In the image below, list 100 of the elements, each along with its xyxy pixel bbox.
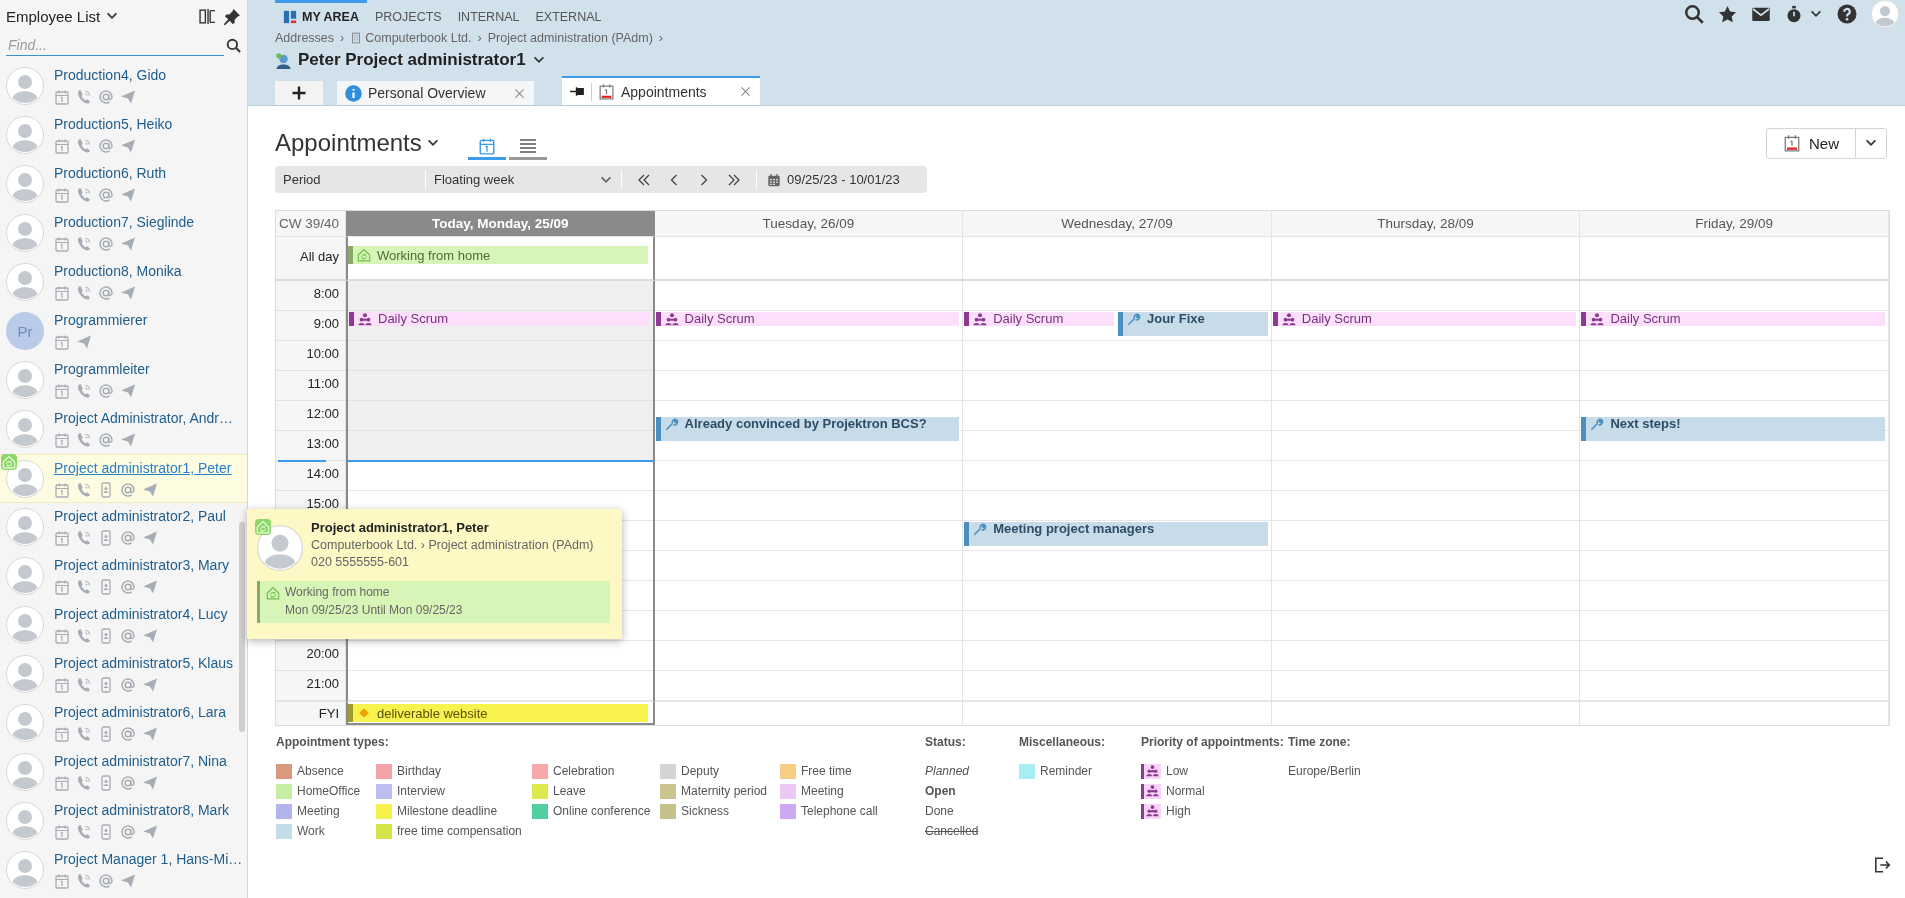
employee-name[interactable]: Production4, Gido	[54, 67, 167, 83]
appointment[interactable]: Daily Scrum	[964, 312, 1114, 326]
close-icon[interactable]	[513, 86, 526, 100]
send-icon[interactable]	[120, 138, 136, 154]
appointment[interactable]: Next steps!	[1581, 417, 1885, 441]
nav-tab[interactable]: INTERNAL	[449, 0, 528, 28]
employee-row[interactable]: Pr Programmierer	[0, 307, 247, 356]
pin-icon[interactable]	[224, 7, 241, 25]
at-sign-icon[interactable]	[98, 89, 114, 105]
at-sign-icon[interactable]	[120, 579, 136, 595]
mobile-phone-icon[interactable]	[98, 530, 114, 546]
appointment[interactable]: Daily Scrum	[1581, 312, 1885, 326]
employee-name[interactable]: Production8, Monika	[54, 263, 182, 279]
employee-name[interactable]: Project Administrator, Andr…	[54, 410, 233, 426]
employee-name[interactable]: Project administrator6, Lara	[54, 704, 226, 720]
employee-name[interactable]: Production5, Heiko	[54, 116, 173, 132]
mobile-phone-icon[interactable]	[98, 579, 114, 595]
appointment[interactable]: Meeting project managers	[964, 522, 1268, 546]
send-icon[interactable]	[120, 236, 136, 252]
calendar-icon[interactable]	[54, 873, 70, 889]
send-icon[interactable]	[120, 383, 136, 399]
calendar-icon[interactable]	[54, 432, 70, 448]
phone-icon[interactable]	[76, 285, 92, 301]
employee-name[interactable]: Programmierer	[54, 312, 148, 328]
nav-tab[interactable]: PROJECTS	[366, 0, 450, 28]
employee-row[interactable]: Production8, Monika	[0, 258, 247, 307]
mobile-phone-icon[interactable]	[98, 726, 114, 742]
search-field[interactable]: Find...	[6, 34, 224, 56]
appointment[interactable]: Jour Fixe	[1118, 312, 1268, 336]
phone-icon[interactable]	[76, 873, 92, 889]
at-sign-icon[interactable]	[98, 138, 114, 154]
calendar-icon[interactable]	[54, 677, 70, 693]
send-icon[interactable]	[120, 285, 136, 301]
mobile-phone-icon[interactable]	[98, 775, 114, 791]
send-icon[interactable]	[142, 628, 158, 644]
appointment[interactable]: Already convinced by Projektron BCS?	[655, 417, 960, 441]
mobile-phone-icon[interactable]	[98, 628, 114, 644]
nav-tab[interactable]: EXTERNAL	[527, 0, 610, 28]
appointment[interactable]: deliverable website	[348, 704, 648, 722]
employee-name[interactable]: Production6, Ruth	[54, 165, 167, 181]
employee-name[interactable]: Project administrator3, Mary	[54, 557, 230, 573]
send-icon[interactable]	[142, 677, 158, 693]
send-icon[interactable]	[142, 775, 158, 791]
calendar-icon[interactable]	[54, 236, 70, 252]
phone-icon[interactable]	[76, 530, 92, 546]
send-icon[interactable]	[76, 334, 92, 350]
employee-row[interactable]: Production6, Ruth	[0, 160, 247, 209]
appointment[interactable]: Daily Scrum	[655, 312, 960, 326]
employee-name[interactable]: Project administrator5, Klaus	[54, 655, 233, 671]
send-icon[interactable]	[120, 187, 136, 203]
employee-row[interactable]: Project administrator3, Mary	[0, 552, 247, 601]
send-icon[interactable]	[120, 873, 136, 889]
at-sign-icon[interactable]	[98, 432, 114, 448]
calendar-icon[interactable]	[54, 187, 70, 203]
phone-icon[interactable]	[76, 628, 92, 644]
calendar-icon[interactable]	[54, 530, 70, 546]
at-sign-icon[interactable]	[120, 677, 136, 693]
search-icon[interactable]	[226, 37, 241, 53]
at-sign-icon[interactable]	[120, 530, 136, 546]
close-icon[interactable]	[739, 85, 752, 98]
stopwatch-icon[interactable]	[1785, 5, 1803, 23]
calendar-icon[interactable]	[54, 89, 70, 105]
employee-row[interactable]: Production4, Gido	[0, 62, 247, 111]
exit-icon[interactable]	[1873, 856, 1891, 874]
employee-row[interactable]: Project administrator6, Lara	[0, 699, 247, 748]
employee-row[interactable]: Project administrator5, Klaus	[0, 650, 247, 699]
employee-row[interactable]: Programmleiter	[0, 356, 247, 405]
at-sign-icon[interactable]	[120, 775, 136, 791]
at-sign-icon[interactable]	[98, 187, 114, 203]
employee-name[interactable]: Project administrator7, Nina	[54, 753, 227, 769]
employee-row[interactable]: Project administrator1, Peter	[0, 454, 247, 503]
employee-row[interactable]: Project administrator2, Paul	[0, 503, 247, 552]
at-sign-icon[interactable]	[98, 873, 114, 889]
nav-tab[interactable]: MY AREA	[275, 0, 367, 28]
breadcrumb-link[interactable]: Computerbook Ltd.	[350, 31, 472, 45]
mobile-phone-icon[interactable]	[98, 482, 114, 498]
period-dropdown[interactable]: Floating week	[426, 166, 621, 193]
tab[interactable]: Personal Overview	[337, 81, 534, 105]
employee-row[interactable]: Project administrator7, Nina	[0, 748, 247, 797]
send-icon[interactable]	[120, 89, 136, 105]
employee-row[interactable]: Production5, Heiko	[0, 111, 247, 160]
mobile-phone-icon[interactable]	[98, 677, 114, 693]
employee-row[interactable]: Project Administrator, Andr…	[0, 405, 247, 454]
appointment[interactable]: Daily Scrum	[1272, 312, 1577, 326]
send-icon[interactable]	[142, 824, 158, 840]
employee-name[interactable]: Production7, Sieglinde	[54, 214, 195, 230]
employee-list-dropdown[interactable]: Employee List	[6, 7, 120, 25]
user-avatar[interactable]	[1871, 0, 1899, 28]
new-button[interactable]: New	[1767, 128, 1856, 158]
phone-icon[interactable]	[76, 236, 92, 252]
at-sign-icon[interactable]	[120, 628, 136, 644]
employee-name[interactable]: Programmleiter	[54, 361, 150, 377]
phone-icon[interactable]	[76, 89, 92, 105]
employee-name[interactable]: Project Manager 1, Hans-Mi…	[54, 851, 243, 867]
calendar-icon[interactable]	[54, 579, 70, 595]
date-range-button[interactable]: 09/25/23 - 10/01/23	[757, 172, 910, 187]
phone-icon[interactable]	[76, 824, 92, 840]
pin-icon[interactable]	[570, 84, 585, 99]
calendar-icon[interactable]	[54, 383, 70, 399]
add-tab-button[interactable]	[275, 81, 323, 105]
